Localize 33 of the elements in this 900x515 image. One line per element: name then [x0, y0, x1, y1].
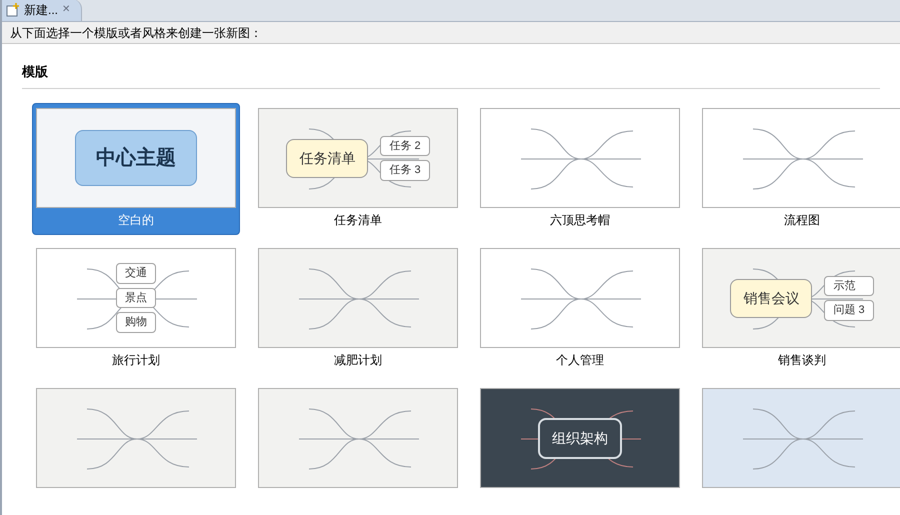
template-label: 六顶思考帽: [550, 212, 610, 229]
template-card[interactable]: 减肥计划: [254, 243, 462, 375]
central-topic: 组织架构: [538, 418, 622, 458]
editor-tab[interactable]: 新建... ✕: [2, 0, 82, 21]
template-card[interactable]: 个人管理: [476, 243, 684, 375]
new-map-icon: [6, 3, 20, 17]
template-label: 任务清单: [334, 212, 382, 229]
subtopic: 交通: [116, 263, 156, 284]
template-label: 流程图: [784, 212, 820, 229]
subtopic: 任务 3: [380, 160, 430, 180]
template-label: 空白的: [118, 212, 154, 229]
template-card[interactable]: 组织架构: [476, 383, 684, 515]
subtopic: 景点: [116, 288, 156, 308]
section-title: 模版: [22, 64, 48, 79]
template-label: 销售谈判: [778, 352, 826, 369]
instruction-text: 从下面选择一个模版或者风格来创建一张新图：: [10, 24, 262, 42]
template-card[interactable]: 交通 景点 购物 旅行计划: [32, 243, 240, 375]
template-label: 个人管理: [556, 352, 604, 369]
subtopic: 任务 2: [380, 136, 430, 156]
template-label: 减肥计划: [334, 352, 382, 369]
template-label: 旅行计划: [112, 352, 160, 369]
template-card[interactable]: 销售会议 示范 问题 3 销售谈判: [698, 243, 900, 375]
template-card[interactable]: 六顶思考帽: [476, 103, 684, 235]
central-topic: 销售会议: [730, 278, 812, 318]
tab-title: 新建...: [24, 2, 58, 19]
subtopic: 购物: [116, 312, 156, 333]
central-topic: 任务清单: [286, 138, 368, 178]
template-card[interactable]: 任务清单 任务 2 任务 3 任务清单: [254, 103, 462, 235]
template-card[interactable]: 中心主题 空白的: [32, 103, 240, 235]
subtopic: 问题 3: [824, 300, 874, 320]
central-topic: 中心主题: [75, 130, 197, 186]
template-card[interactable]: 流程图: [698, 103, 900, 235]
subtopic: 示范: [824, 276, 874, 296]
